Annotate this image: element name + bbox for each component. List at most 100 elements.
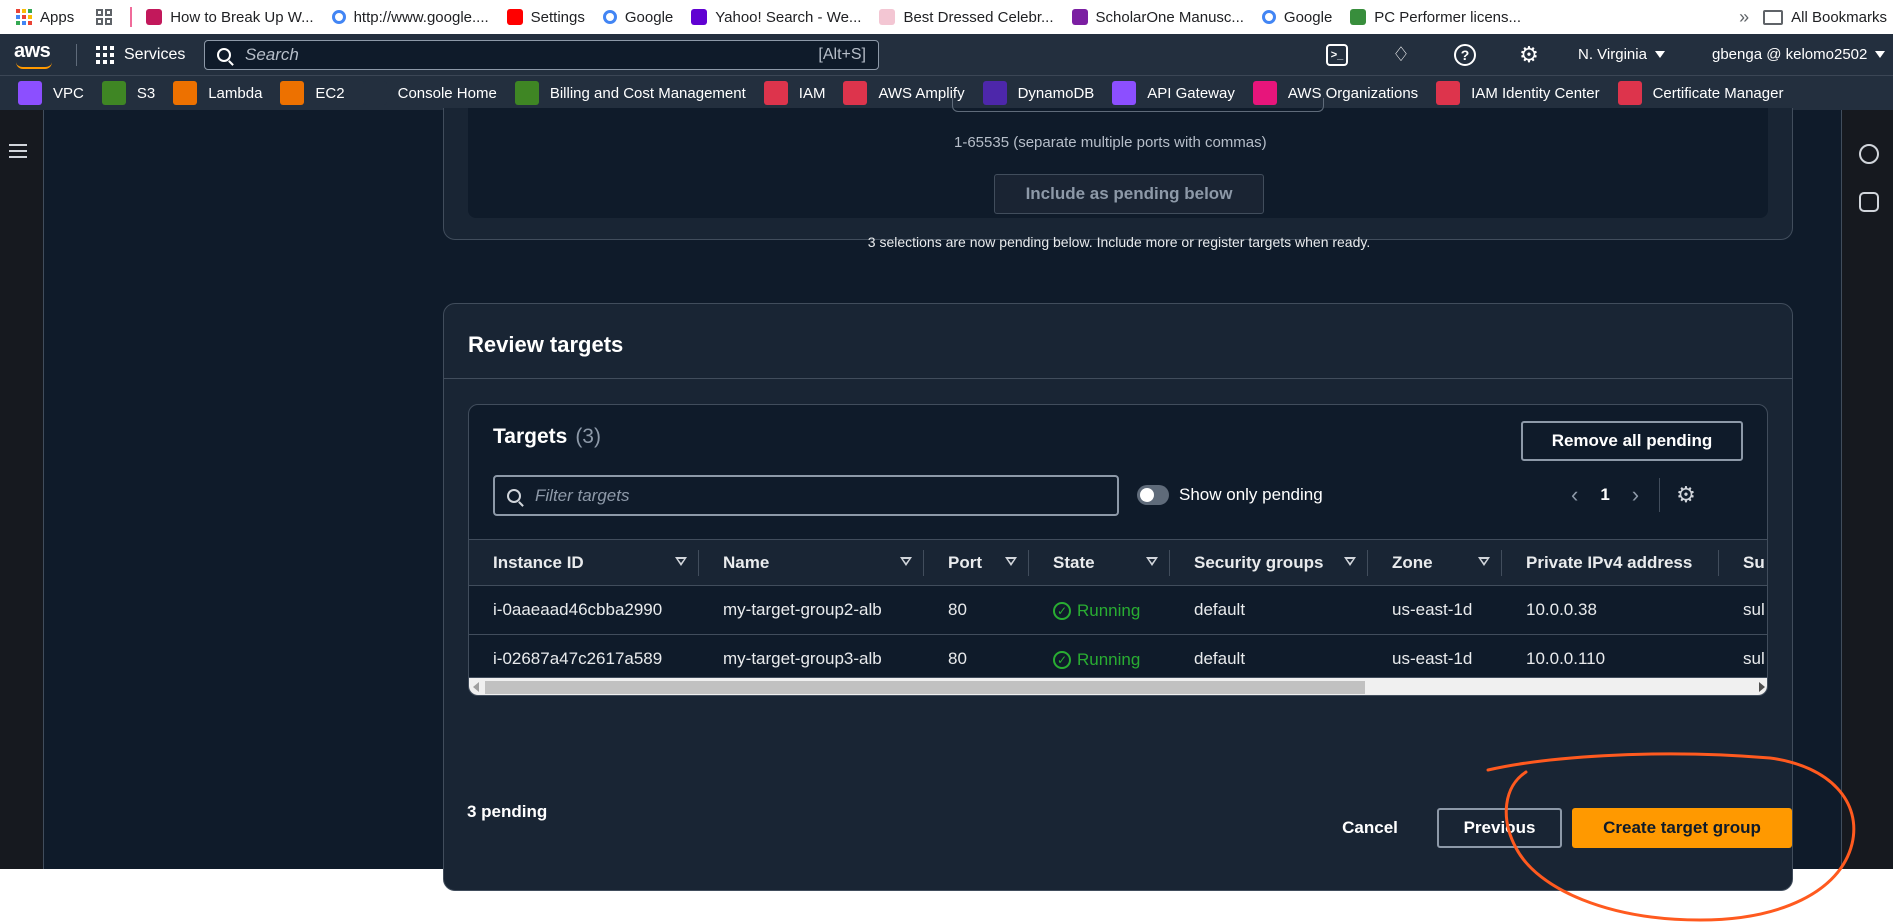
tab-groups-icon[interactable] — [96, 9, 113, 25]
bookmarks-bar: Apps How to Break Up W... http://www.goog… — [0, 0, 1893, 34]
pending-selections-note: 3 selections are now pending below. Incl… — [867, 234, 1371, 250]
apps-bookmark[interactable]: Apps — [16, 0, 74, 34]
bookmark-label: http://www.google.... — [353, 8, 489, 26]
chevron-down-icon — [1875, 51, 1886, 58]
youtube-icon — [506, 9, 523, 25]
table-row[interactable]: i-0aaeaad46cbba2990 my-target-group2-alb 8… — [469, 585, 1767, 635]
port-cell: 80 — [924, 585, 1029, 635]
account-menu[interactable]: gbenga @ kelomo2502 — [1712, 34, 1886, 75]
show-only-pending-toggle[interactable] — [1137, 485, 1169, 505]
cancel-button[interactable]: Cancel — [1330, 808, 1410, 848]
favorite-label: IAM — [798, 84, 826, 102]
column-header-port[interactable]: Port — [924, 539, 1029, 586]
certificate-icon — [1617, 81, 1642, 105]
favorite-certificate[interactable]: Certificate Manager — [1617, 81, 1784, 105]
bookmark-item[interactable]: Google — [602, 0, 673, 34]
bookmark-item[interactable]: Best Dressed Celebr... — [879, 0, 1054, 34]
favorite-label: Certificate Manager — [1652, 84, 1784, 102]
all-bookmarks[interactable]: All Bookmarks — [1763, 0, 1887, 34]
scrollbar-thumb[interactable] — [485, 681, 1365, 694]
google-icon — [602, 10, 617, 24]
bookmark-item[interactable]: Google — [1261, 0, 1332, 34]
favorite-label: VPC — [53, 84, 84, 102]
favorite-ec2[interactable]: EC2 — [280, 81, 345, 105]
region-selector[interactable]: N. Virginia — [1578, 34, 1665, 75]
previous-button[interactable]: Previous — [1437, 808, 1562, 848]
column-header-instance-id[interactable]: Instance ID — [469, 539, 699, 586]
bookmark-label: Yahoo! Search - We... — [715, 8, 862, 26]
services-grid-icon — [96, 45, 114, 64]
services-menu-button[interactable]: Services — [96, 34, 185, 75]
bookmark-item[interactable]: Yahoo! Search - We... — [691, 0, 861, 34]
column-header-name[interactable]: Name — [699, 539, 924, 586]
column-header-subnet[interactable]: Su — [1719, 539, 1767, 586]
bookmark-item[interactable]: How to Break Up W... — [146, 0, 314, 34]
column-header-zone[interactable]: Zone — [1368, 539, 1502, 586]
register-targets-inner: 1-65535 (separate multiple ports with co… — [468, 98, 1768, 218]
favorite-s3[interactable]: S3 — [101, 81, 155, 105]
aws-logo[interactable]: aws — [14, 40, 58, 70]
sort-icon — [900, 557, 912, 566]
bookmark-item[interactable]: Settings — [506, 0, 585, 34]
settings-gear-icon[interactable]: ⚙ — [1518, 42, 1540, 67]
chevron-right-icon[interactable]: › — [1632, 482, 1639, 508]
cloudshell-icon[interactable]: >_ — [1326, 43, 1348, 66]
favorite-billing[interactable]: Billing and Cost Management — [514, 81, 746, 105]
favorite-lambda[interactable]: Lambda — [173, 81, 262, 105]
chevron-left-icon[interactable]: ‹ — [1571, 482, 1578, 508]
services-label: Services — [124, 45, 186, 63]
more-bookmarks-icon[interactable]: » — [1739, 7, 1749, 28]
search-box[interactable]: [Alt+S] — [204, 40, 879, 70]
lambda-icon — [173, 81, 198, 105]
sort-icon — [1344, 557, 1356, 566]
create-target-group-button[interactable]: Create target group — [1572, 808, 1792, 848]
menu-hamburger-icon[interactable] — [9, 144, 27, 158]
check-circle-icon: ✓ — [1053, 601, 1071, 620]
status-label: Running — [1077, 649, 1141, 669]
table-preferences-gear-icon[interactable]: ⚙ — [1676, 482, 1696, 508]
folder-icon — [1763, 9, 1784, 25]
bookmark-item[interactable]: ScholarOne Manusc... — [1071, 0, 1244, 34]
show-only-pending-label: Show only pending — [1179, 485, 1323, 504]
bookmark-item[interactable]: PC Performer licens... — [1350, 0, 1521, 34]
divider — [444, 378, 1792, 379]
subnet-cell: sul — [1719, 585, 1767, 635]
remove-all-pending-button[interactable]: Remove all pending — [1521, 421, 1743, 461]
favorite-iam[interactable]: IAM — [763, 81, 826, 105]
bookmark-item[interactable]: http://www.google.... — [331, 0, 489, 34]
scroll-right-arrow-icon[interactable] — [1759, 682, 1765, 692]
filter-targets-input[interactable] — [535, 485, 1117, 506]
favorite-vpc[interactable]: VPC — [18, 81, 84, 105]
private-ip-cell: 10.0.0.38 — [1502, 585, 1719, 635]
include-as-pending-button[interactable]: Include as pending below — [994, 174, 1264, 214]
feedback-icon[interactable] — [1859, 192, 1879, 212]
column-header-state[interactable]: State — [1029, 539, 1170, 586]
notifications-bell-icon[interactable]: ♢ — [1390, 44, 1412, 66]
column-header-private-ipv4[interactable]: Private IPv4 address — [1502, 539, 1719, 586]
filter-targets-box[interactable] — [493, 475, 1119, 516]
iam-icon — [763, 81, 788, 105]
identity-center-icon — [1436, 81, 1461, 105]
search-input[interactable] — [245, 45, 819, 65]
ports-input[interactable] — [952, 98, 1324, 112]
search-shortcut: [Alt+S] — [818, 46, 866, 63]
zone-cell: us-east-1d — [1368, 585, 1502, 635]
sort-icon — [1146, 557, 1158, 566]
nav-divider — [76, 44, 77, 66]
info-panel-icon[interactable] — [1859, 144, 1879, 164]
favorite-label: Console Home — [397, 84, 497, 102]
column-header-security-groups[interactable]: Security groups — [1170, 539, 1368, 586]
billing-icon — [514, 81, 539, 105]
horizontal-scrollbar[interactable] — [469, 677, 1767, 695]
vpc-icon — [18, 81, 42, 105]
pager-divider — [1659, 478, 1661, 512]
favorite-amplify[interactable]: AWS Amplify — [843, 81, 965, 105]
favorite-label: EC2 — [315, 84, 345, 102]
scroll-left-arrow-icon[interactable] — [473, 682, 479, 692]
sort-icon — [1005, 557, 1017, 566]
page-number[interactable]: 1 — [1600, 485, 1609, 505]
favorite-console-home[interactable]: Console Home — [362, 81, 497, 105]
help-icon[interactable]: ? — [1454, 43, 1476, 66]
favorite-identity-center[interactable]: IAM Identity Center — [1436, 81, 1600, 105]
review-targets-panel: Review targets Targets (3) Remove all pen… — [443, 303, 1793, 891]
